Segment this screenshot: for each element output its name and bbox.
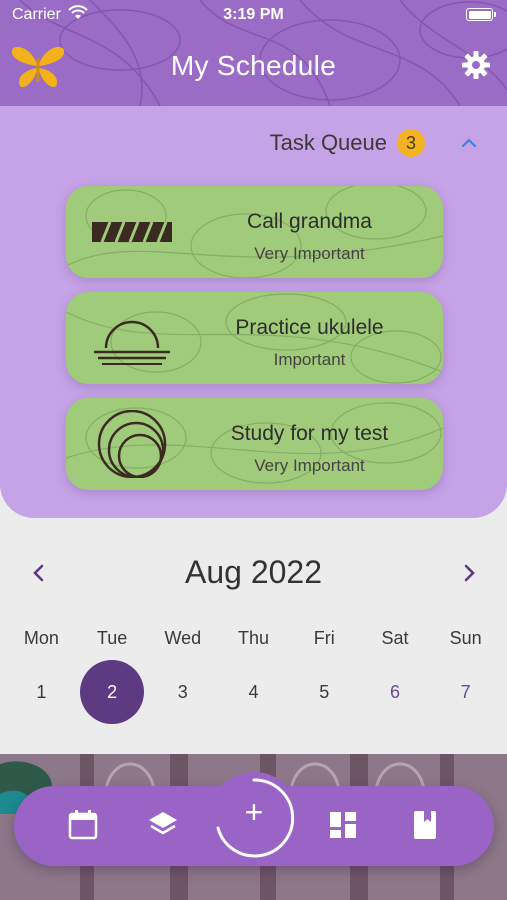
task-priority: Very Important bbox=[254, 456, 365, 475]
weekday-header-row: Mon Tue Wed Thu Fri Sat Sun bbox=[6, 628, 501, 649]
task-name: Practice ukulele bbox=[235, 316, 384, 339]
chevron-up-icon[interactable] bbox=[459, 133, 479, 153]
day-cell-weekend[interactable]: 7 bbox=[430, 660, 501, 724]
week-day-row: 1 2 3 4 5 6 7 bbox=[6, 660, 501, 724]
calendar-icon[interactable] bbox=[66, 808, 100, 842]
task-queue-header[interactable]: Task Queue 3 bbox=[270, 128, 479, 158]
sunrise-icon bbox=[94, 320, 170, 365]
app-header: Carrier 3:19 PM My Schedule bbox=[0, 0, 507, 106]
bookmark-icon[interactable] bbox=[408, 808, 442, 842]
task-name: Study for my test bbox=[230, 422, 389, 445]
weekday-label: Wed bbox=[164, 628, 202, 648]
gear-icon[interactable] bbox=[461, 50, 491, 80]
task-priority: Important bbox=[273, 350, 346, 369]
weekday-label: Fri bbox=[313, 628, 335, 648]
task-card[interactable]: Study for my test Very Important bbox=[66, 398, 443, 490]
task-card[interactable]: Call grandma Very Important bbox=[66, 186, 443, 278]
weekday-label: Mon bbox=[23, 628, 59, 648]
battery-icon bbox=[466, 8, 496, 21]
weekday-label: Sat bbox=[381, 628, 409, 648]
layers-icon[interactable] bbox=[146, 808, 180, 842]
striped-bar-icon bbox=[92, 221, 172, 243]
weekday-label: Tue bbox=[96, 628, 128, 648]
task-queue-label: Task Queue bbox=[269, 130, 387, 155]
status-bar: Carrier 3:19 PM bbox=[0, 0, 507, 32]
weekday-label: Sun bbox=[449, 628, 482, 648]
day-cell[interactable]: 4 bbox=[218, 660, 289, 724]
dashboard-icon[interactable] bbox=[326, 808, 360, 842]
task-card[interactable]: Practice ukulele Important bbox=[66, 292, 443, 384]
day-cell[interactable]: 3 bbox=[147, 660, 218, 724]
month-label: Aug 2022 bbox=[184, 554, 322, 590]
add-button[interactable]: + bbox=[208, 772, 300, 864]
task-queue-panel: Task Queue 3 Call grandma Very Important bbox=[0, 106, 507, 518]
concentric-circles-icon bbox=[97, 410, 167, 478]
day-cell-selected[interactable]: 2 bbox=[77, 660, 148, 724]
day-cell[interactable]: 5 bbox=[289, 660, 360, 724]
add-icon: + bbox=[244, 794, 264, 830]
day-cell[interactable]: 1 bbox=[6, 660, 77, 724]
weekday-label: Thu bbox=[238, 628, 270, 648]
page-title: My Schedule bbox=[170, 50, 337, 81]
task-name: Call grandma bbox=[247, 210, 372, 233]
task-priority: Very Important bbox=[254, 244, 365, 263]
task-count-badge: 3 bbox=[397, 129, 425, 157]
day-cell-weekend[interactable]: 6 bbox=[360, 660, 431, 724]
clock: 3:19 PM bbox=[223, 6, 284, 23]
chevron-right-icon[interactable] bbox=[460, 562, 480, 584]
